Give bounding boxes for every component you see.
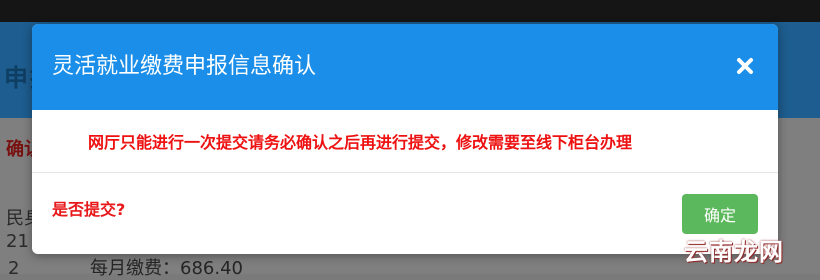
dialog-header: 灵活就业缴费申报信息确认 xyxy=(32,24,778,110)
background-text-line: 2 xyxy=(8,258,20,279)
close-button[interactable] xyxy=(732,53,758,79)
dialog-question: 是否提交? xyxy=(52,200,126,219)
confirm-button[interactable]: 确定 xyxy=(682,194,758,234)
background-text-line: 21 xyxy=(6,231,29,252)
background-monthly-fee: 每月缴费：686.40 xyxy=(90,258,243,279)
background-top-bar xyxy=(0,0,820,22)
watermark-logo: 云南龙网 xyxy=(684,238,784,266)
dialog-warning-message: 网厅只能进行一次提交请务必确认之后再进行提交，修改需要至线下柜台办理 xyxy=(88,133,633,152)
confirm-dialog: 灵活就业缴费申报信息确认 网厅只能进行一次提交请务必确认之后再进行提交，修改需要… xyxy=(32,24,778,254)
dialog-title: 灵活就业缴费申报信息确认 xyxy=(52,54,317,79)
dialog-divider xyxy=(32,172,778,173)
close-icon xyxy=(737,58,753,74)
